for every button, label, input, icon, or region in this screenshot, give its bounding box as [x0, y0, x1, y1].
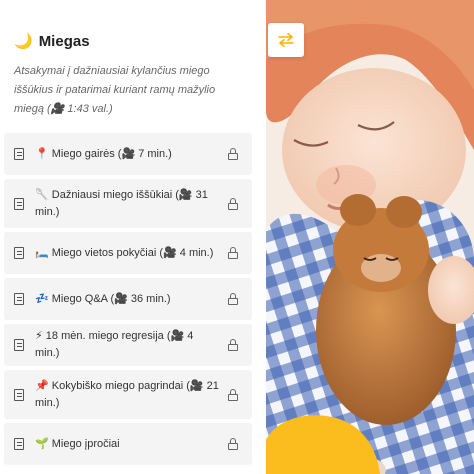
document-icon — [14, 293, 24, 305]
lock-icon — [228, 148, 238, 160]
lock-icon — [228, 197, 238, 210]
swap-arrows-icon — [278, 33, 294, 47]
lock-icon — [228, 388, 238, 401]
document-icon — [14, 339, 24, 351]
lesson-item[interactable]: 🌱 Miego įpročiai — [4, 423, 252, 465]
lesson-item[interactable]: 🛏️ Miego vietos pokyčiai (🎥 4 min.) — [4, 232, 252, 274]
lock-icon — [228, 339, 238, 351]
lesson-label: 📌 Kokybiško miego pagrindai (🎥 21 min.) — [35, 379, 219, 409]
section-header: 🌙 Miegas — [14, 33, 90, 50]
document-icon — [14, 438, 24, 450]
lock-icon — [228, 247, 238, 259]
swap-layout-button[interactable] — [268, 23, 304, 57]
lesson-label: 🛏️ Miego vietos pokyčiai (🎥 4 min.) — [35, 246, 214, 259]
lesson-label: 🥄 Dažniausi miego iššūkiai (🎥 31 min.) — [35, 188, 208, 218]
lesson-item[interactable]: 💤 Miego Q&A (🎥 36 min.) — [4, 278, 252, 320]
decorative-accent-shape — [266, 415, 380, 474]
lesson-item[interactable]: 📍 Miego gairės (🎥 7 min.) — [4, 133, 252, 175]
lesson-label: 🌱 Miego įpročiai — [35, 437, 120, 450]
lesson-item[interactable]: 📌 Kokybiško miego pagrindai (🎥 21 min.) — [4, 370, 252, 419]
lock-icon — [228, 438, 238, 450]
section-description: Atsakymai į dažniausiai kylančius miego … — [14, 65, 216, 115]
lesson-label: ⚡ 18 mėn. miego regresija (🎥 4 min.) — [35, 330, 194, 359]
lesson-item[interactable]: ⚡ 18 mėn. miego regresija (🎥 4 min.) — [4, 324, 252, 366]
document-icon — [14, 388, 24, 401]
lesson-label: 💤 Miego Q&A (🎥 36 min.) — [35, 292, 171, 305]
sleeping-child-photo — [266, 0, 474, 474]
document-icon — [14, 148, 24, 160]
document-icon — [14, 247, 24, 259]
lesson-list: 📍 Miego gairės (🎥 7 min.) 🥄 Dažniausi mi… — [4, 133, 252, 469]
moon-icon: 🌙 — [14, 33, 33, 50]
section-title: Miegas — [38, 33, 90, 50]
lock-icon — [228, 293, 238, 305]
course-section-panel: 🌙 Miegas Atsakymai į dažniausiai kylanči… — [0, 0, 266, 474]
lesson-label: 📍 Miego gairės (🎥 7 min.) — [35, 147, 172, 160]
lesson-item[interactable]: 🥄 Dažniausi miego iššūkiai (🎥 31 min.) — [4, 179, 252, 228]
document-icon — [14, 197, 24, 210]
